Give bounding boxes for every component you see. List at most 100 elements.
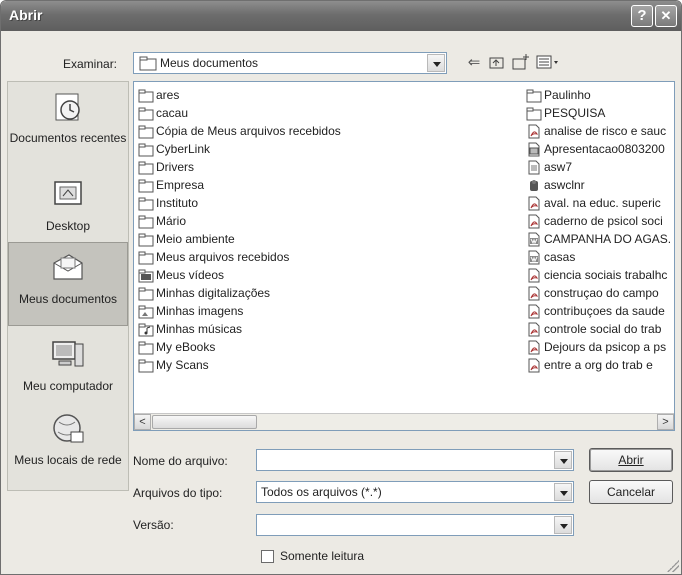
- list-item-name: ares: [156, 88, 180, 102]
- help-button[interactable]: ?: [631, 5, 653, 27]
- list-item[interactable]: analise de risco e sauc: [524, 122, 671, 140]
- app-file-icon: [530, 180, 538, 191]
- list-item[interactable]: Meus vídeos: [136, 266, 341, 284]
- list-item[interactable]: Meus arquivos recebidos: [136, 248, 341, 266]
- back-arrow-icon[interactable]: ⇐: [464, 53, 484, 73]
- list-item[interactable]: Minhas músicas: [136, 320, 341, 338]
- place-my-documents[interactable]: Meus documentos: [8, 242, 128, 326]
- readonly-checkbox[interactable]: [261, 550, 274, 563]
- scroll-thumb[interactable]: [152, 415, 257, 429]
- list-item-name: contribuçoes da saude: [544, 304, 665, 318]
- scroll-left-button[interactable]: <: [134, 414, 151, 430]
- list-item[interactable]: My eBooks: [136, 338, 341, 356]
- my-documents-icon: [53, 254, 83, 280]
- place-my-computer[interactable]: Meu computador: [8, 330, 128, 402]
- list-item-name: Apresentacao0803200: [544, 142, 665, 156]
- list-item[interactable]: asw7: [524, 158, 671, 176]
- folder-icon: [138, 197, 154, 211]
- list-item[interactable]: cacau: [136, 104, 341, 122]
- list-item[interactable]: Apresentacao0803200: [524, 140, 671, 158]
- version-select[interactable]: [256, 514, 574, 536]
- file-list[interactable]: ares cacau Cópia de Meus arquivos recebido…: [133, 81, 675, 431]
- filetype-value: Todos os arquivos (*.*): [261, 485, 382, 499]
- list-item-name: construçao do campo: [544, 286, 659, 300]
- list-item[interactable]: controle social do trab: [524, 320, 671, 338]
- list-item-name: asw7: [544, 160, 573, 174]
- new-folder-icon[interactable]: [511, 53, 531, 73]
- list-item[interactable]: My Scans: [136, 356, 341, 374]
- title-bar[interactable]: Abrir ? ✕: [1, 1, 681, 31]
- image-file-icon: [528, 142, 540, 157]
- list-item[interactable]: Dejours da psicop a ps: [524, 338, 671, 356]
- open-button[interactable]: Abrir: [589, 448, 673, 472]
- list-item[interactable]: construçao do campo: [524, 284, 671, 302]
- list-item[interactable]: Cópia de Meus arquivos recebidos: [136, 122, 341, 140]
- list-item-name: entre a org do trab e: [544, 358, 653, 372]
- pdf-file-icon: [528, 322, 540, 337]
- folder-icon: [138, 359, 154, 373]
- place-label: Meus documentos: [18, 292, 118, 306]
- list-item-name: Cópia de Meus arquivos recebidos: [156, 124, 341, 138]
- folder-icon: [526, 107, 542, 121]
- resize-grip[interactable]: [667, 560, 679, 572]
- place-desktop[interactable]: Desktop: [8, 170, 128, 240]
- list-item-name: Dejours da psicop a ps: [544, 340, 667, 354]
- readonly-label[interactable]: Somente leitura: [280, 549, 364, 563]
- close-button[interactable]: ✕: [655, 5, 677, 27]
- scroll-right-button[interactable]: >: [657, 414, 674, 430]
- pdf-file-icon: [528, 268, 540, 283]
- cancel-button[interactable]: Cancelar: [589, 480, 673, 504]
- horizontal-scrollbar[interactable]: < >: [134, 413, 674, 430]
- list-item[interactable]: aval. na educ. superic: [524, 194, 671, 212]
- list-item[interactable]: Drivers: [136, 158, 341, 176]
- list-item-name: casas: [544, 250, 576, 264]
- list-item[interactable]: entre a org do trab e: [524, 356, 671, 374]
- place-network[interactable]: Meus locais de rede: [8, 404, 128, 490]
- folder-icon: [138, 89, 154, 103]
- list-item-name: controle social do trab: [544, 322, 662, 336]
- list-item-name: Mário: [156, 214, 187, 228]
- list-item[interactable]: Mário: [136, 212, 341, 230]
- lookin-combo[interactable]: Meus documentos: [133, 52, 447, 74]
- list-item[interactable]: Meio ambiente: [136, 230, 341, 248]
- list-item-name: My Scans: [156, 358, 209, 372]
- my-computer-icon: [52, 341, 84, 367]
- list-item-name: Instituto: [156, 196, 199, 210]
- list-item[interactable]: Paulinho: [524, 86, 671, 104]
- desktop-icon: [54, 181, 82, 205]
- list-item[interactable]: Instituto: [136, 194, 341, 212]
- chevron-down-icon[interactable]: [427, 54, 445, 72]
- list-item-name: Minhas digitalizações: [156, 286, 271, 300]
- list-item[interactable]: ciencia sociais trabalhc: [524, 266, 671, 284]
- list-item-name: My eBooks: [156, 340, 216, 354]
- list-item[interactable]: caderno de psicol soci: [524, 212, 671, 230]
- place-recent[interactable]: Documentos recentes: [8, 82, 128, 168]
- list-item[interactable]: contribuçoes da saude: [524, 302, 671, 320]
- list-item[interactable]: Empresa: [136, 176, 341, 194]
- list-item-name: Minhas imagens: [156, 304, 244, 318]
- chevron-down-icon[interactable]: [554, 516, 572, 534]
- list-item-name: PESQUISA: [544, 106, 606, 120]
- filename-input[interactable]: [256, 449, 574, 471]
- folder-icon: [138, 251, 154, 265]
- list-item[interactable]: casas: [524, 248, 671, 266]
- folder-icon: [138, 143, 154, 157]
- list-item[interactable]: CAMPANHA DO AGAS.: [524, 230, 671, 248]
- version-label: Versão:: [133, 518, 174, 532]
- filetype-select[interactable]: Todos os arquivos (*.*): [256, 481, 574, 503]
- chevron-down-icon[interactable]: [554, 451, 572, 469]
- chevron-down-icon[interactable]: [554, 483, 572, 501]
- folder-icon: [138, 215, 154, 229]
- list-item-name: CyberLink: [156, 142, 211, 156]
- list-item[interactable]: ares: [136, 86, 341, 104]
- list-item[interactable]: Minhas digitalizações: [136, 284, 341, 302]
- list-item-name: Meus arquivos recebidos: [156, 250, 290, 264]
- list-item[interactable]: PESQUISA: [524, 104, 671, 122]
- folder-up-icon[interactable]: [487, 53, 507, 73]
- list-item[interactable]: Minhas imagens: [136, 302, 341, 320]
- views-menu-icon[interactable]: [535, 53, 563, 73]
- open-dialog: Abrir ? ✕ Examinar: Meus documentos ⇐ Do…: [0, 0, 682, 575]
- list-item[interactable]: CyberLink: [136, 140, 341, 158]
- list-item[interactable]: aswclnr: [524, 176, 671, 194]
- folder-icon: [138, 233, 154, 247]
